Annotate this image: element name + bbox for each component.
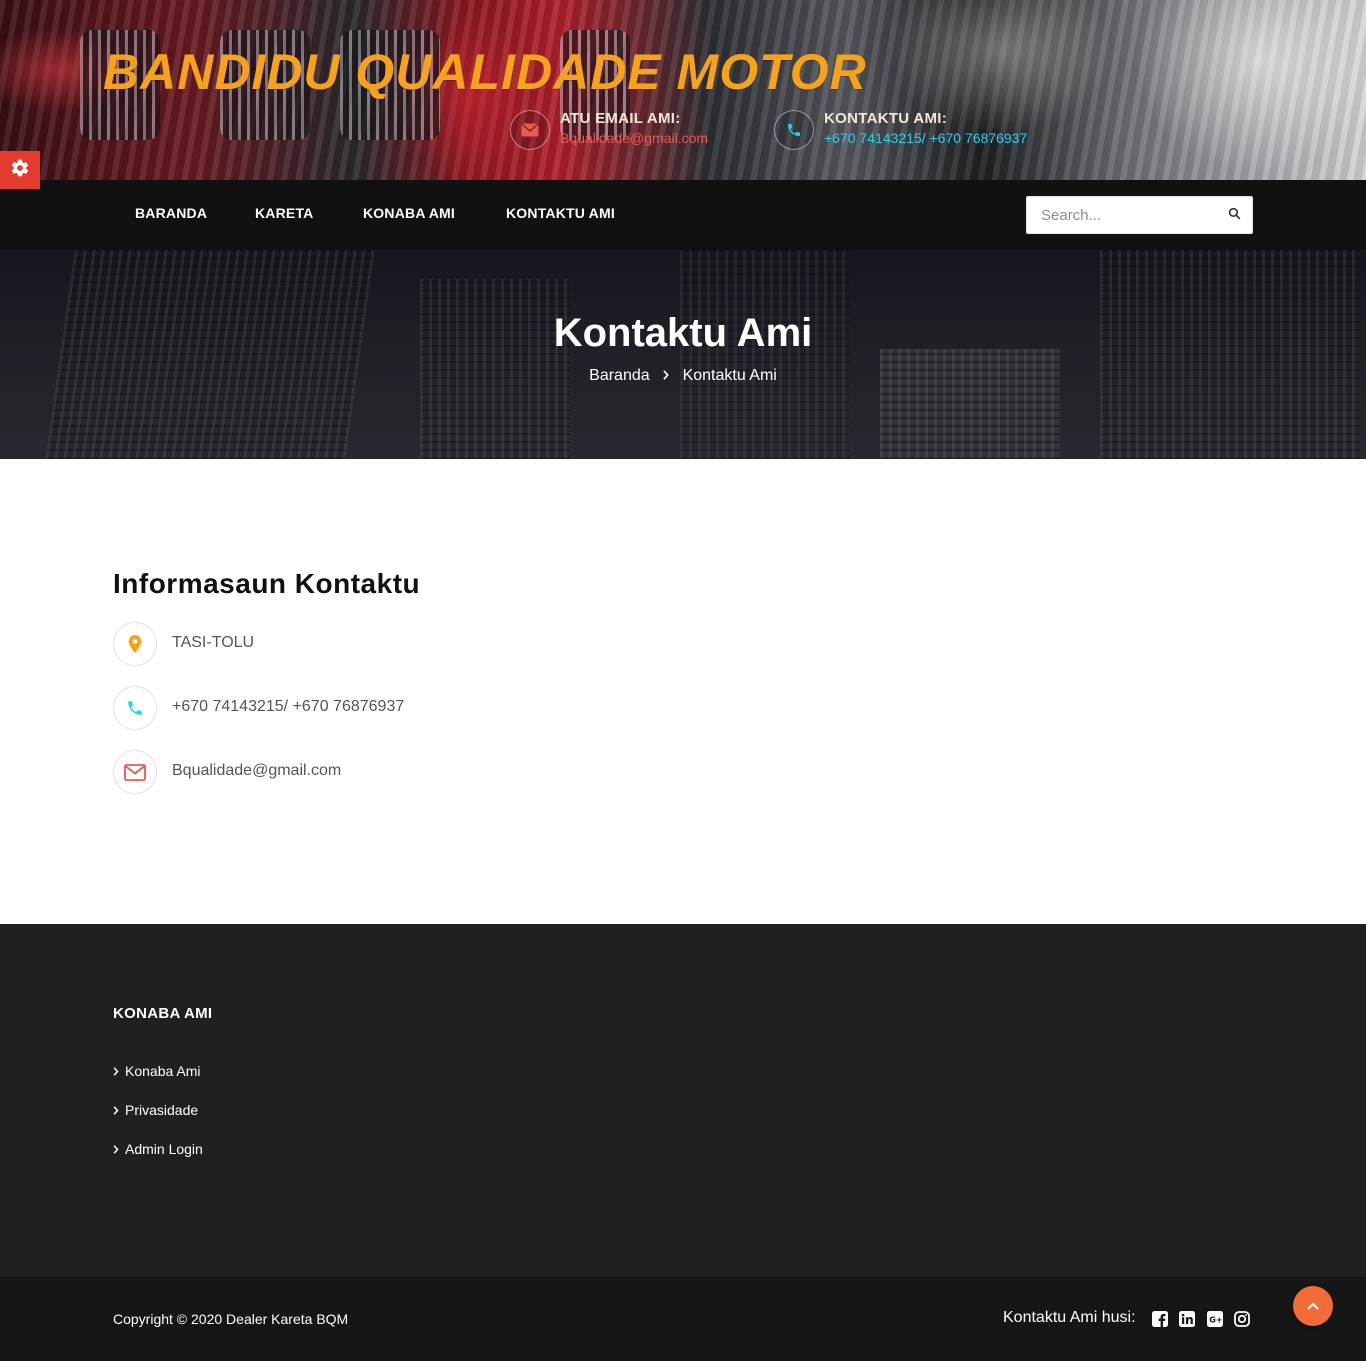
chevron-right-icon (113, 1102, 125, 1118)
phone-value[interactable]: +670 74143215/ +670 76876937 (824, 130, 1027, 146)
google-plus-icon[interactable]: G+ (1206, 1310, 1223, 1327)
settings-button[interactable] (0, 151, 40, 189)
chevron-right-icon (113, 1141, 125, 1157)
footer-bottom-bar: Copyright © 2020 Dealer Kareta BQM Konta… (0, 1277, 1366, 1361)
footer: KONABA AMI Konaba Ami Privasidade Admin … (0, 924, 1366, 1277)
instagram-icon[interactable] (1233, 1310, 1250, 1327)
facebook-icon[interactable] (1151, 1310, 1168, 1327)
chevron-right-icon (113, 1063, 125, 1079)
footer-link-label: Admin Login (125, 1141, 203, 1157)
svg-text:G+: G+ (1209, 1315, 1222, 1324)
phone-label: KONTAKTU AMI: (824, 110, 948, 127)
page-title: Kontaktu Ami (553, 311, 813, 355)
email-label: ATU EMAIL AMI: (560, 110, 681, 127)
phone-icon (774, 110, 814, 150)
contact-email[interactable]: Bqualidade@gmail.com (172, 762, 341, 780)
page-banner: Kontaktu Ami Baranda Kontaktu Ami (0, 250, 1366, 459)
footer-link-label: Konaba Ami (125, 1063, 201, 1079)
search-input[interactable] (1027, 197, 1217, 233)
map-marker-icon (113, 622, 157, 666)
social-label: Kontaktu Ami husi: (1003, 1309, 1136, 1326)
search-button[interactable] (1222, 204, 1246, 228)
contact-phone: +670 74143215/ +670 76876937 (172, 698, 405, 715)
breadcrumb: Baranda Kontaktu Ami (0, 367, 1366, 385)
nav-item-kontaktu-ami[interactable]: KONTAKTU AMI (506, 205, 615, 221)
linkedin-icon[interactable] (1178, 1310, 1195, 1327)
contact-address: TASI-TOLU (172, 634, 255, 651)
footer-link-label: Privasidade (125, 1102, 199, 1118)
search-box (1026, 196, 1253, 234)
scroll-to-top-button[interactable] (1293, 1286, 1333, 1326)
nav-item-baranda[interactable]: BARANDA (135, 205, 207, 221)
chevron-right-icon (662, 367, 670, 385)
footer-link-konaba-ami[interactable]: Konaba Ami (113, 1063, 201, 1079)
breadcrumb-home-link[interactable]: Baranda (589, 367, 650, 384)
envelope-icon (510, 110, 550, 150)
contact-info-heading: Informasaun Kontaktu (113, 568, 421, 599)
breadcrumb-current: Kontaktu Ami (682, 367, 777, 384)
nav-item-konaba-ami[interactable]: KONABA AMI (363, 205, 455, 221)
email-value[interactable]: Bqualidade@gmail.com (560, 130, 708, 146)
nav-item-kareta[interactable]: KARETA (255, 205, 314, 221)
phone-icon (113, 686, 157, 730)
site-title[interactable]: BANDIDU QUALIDADE MOTOR (103, 43, 867, 101)
envelope-icon (113, 750, 157, 794)
footer-heading: KONABA AMI (113, 1005, 213, 1022)
copyright-text: Copyright © 2020 Dealer Kareta BQM (113, 1311, 349, 1327)
footer-link-privasidade[interactable]: Privasidade (113, 1102, 198, 1118)
footer-link-admin-login[interactable]: Admin Login (113, 1141, 203, 1157)
chevron-up-icon (1307, 1297, 1319, 1315)
search-icon (1228, 207, 1241, 225)
gear-icon (10, 158, 30, 183)
top-header: BANDIDU QUALIDADE MOTOR ATU EMAIL AMI: B… (0, 0, 1366, 180)
